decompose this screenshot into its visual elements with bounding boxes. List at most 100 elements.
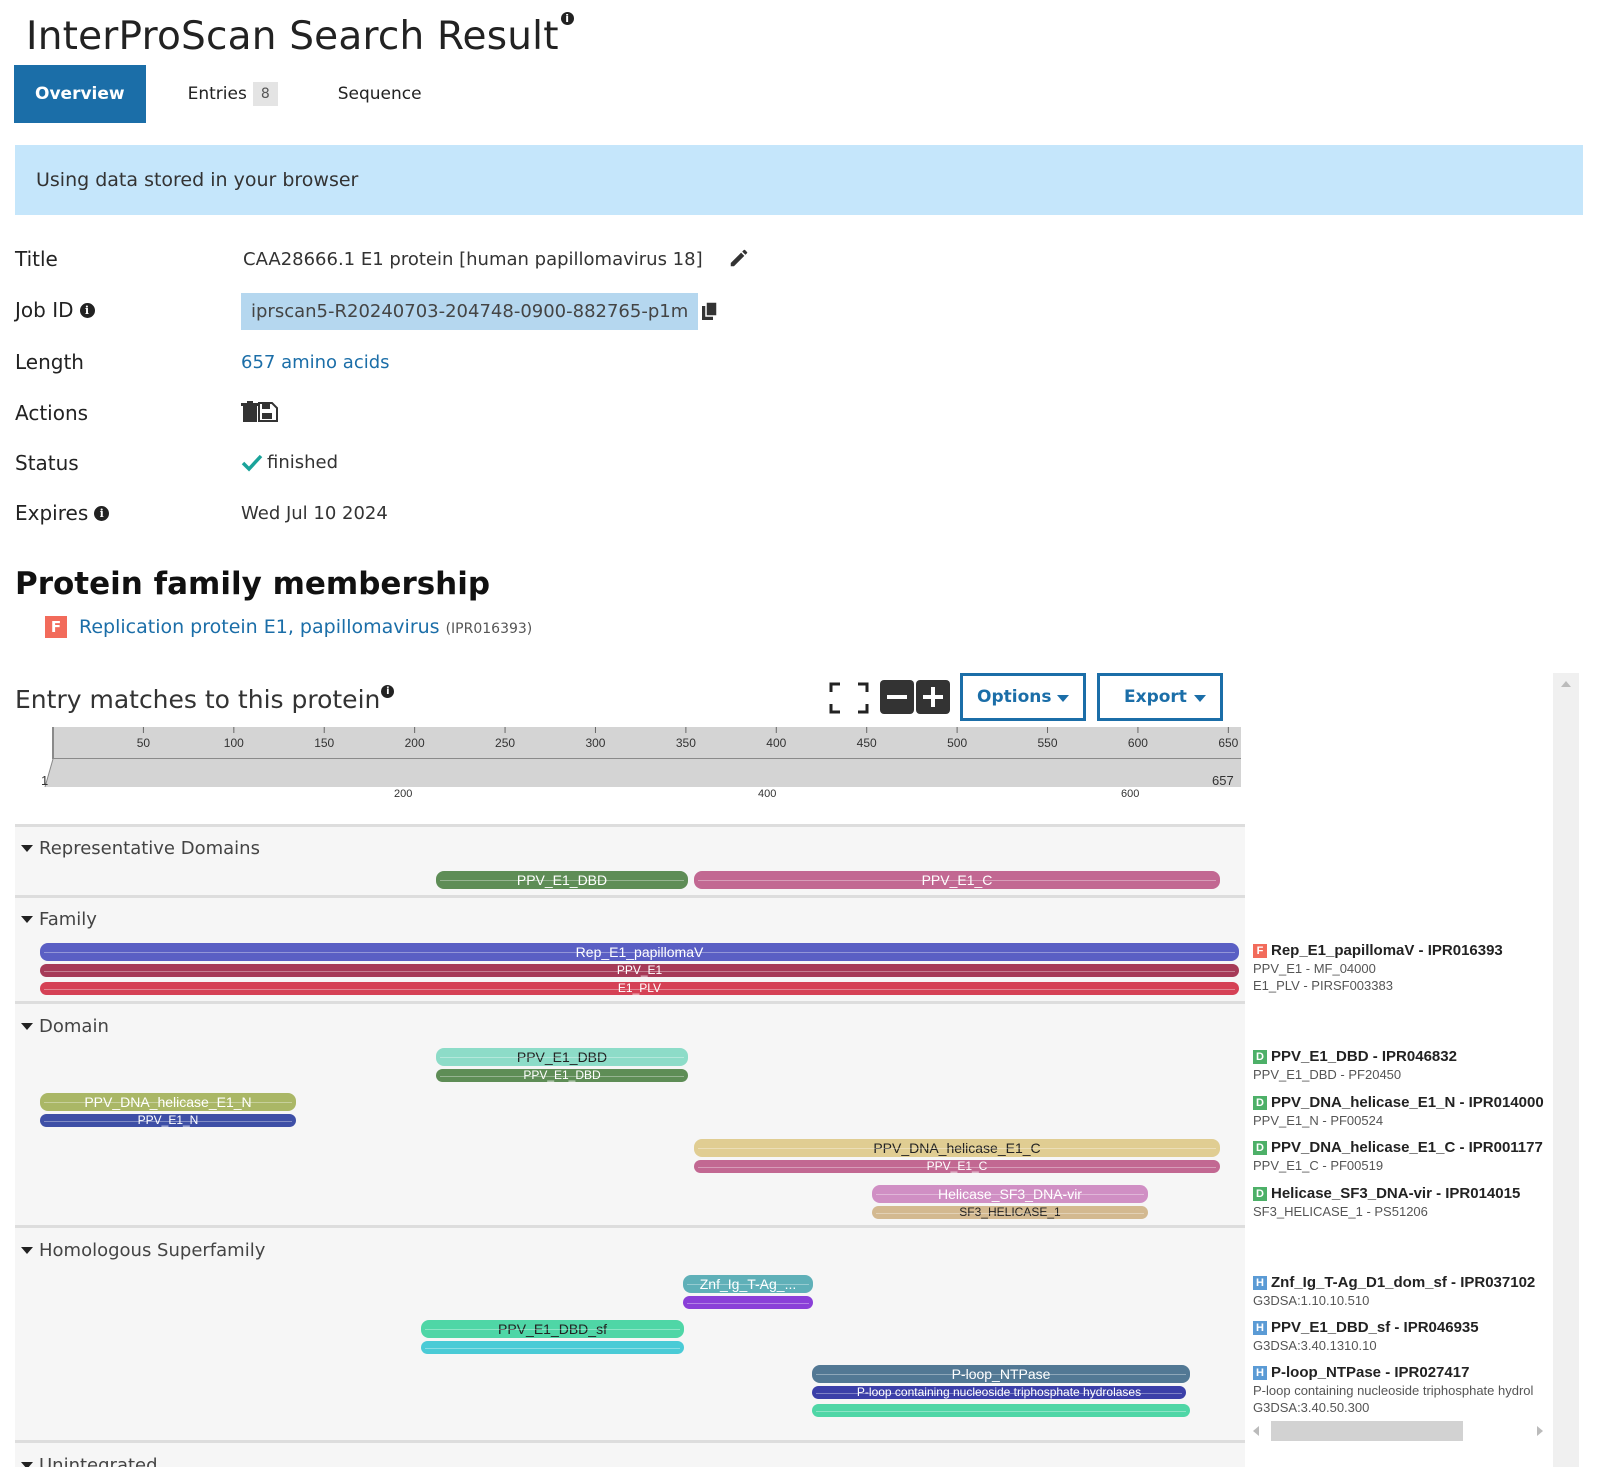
ruler-tick-label: 300	[585, 736, 605, 750]
ruler-end: 657	[1212, 773, 1234, 788]
legend-entry[interactable]: D PPV_E1_DBD - IPR046832 PPV_E1_DBD - PF2…	[1253, 1048, 1457, 1082]
domain-badge-icon: D	[1253, 1141, 1267, 1155]
vertical-scrollbar[interactable]	[1553, 673, 1579, 1467]
chevron-down-icon	[1057, 695, 1069, 702]
scroll-left-icon[interactable]	[1253, 1426, 1259, 1436]
legend-entry[interactable]: H P-loop_NTPase - IPR027417 P-loop contai…	[1253, 1364, 1550, 1415]
track-homologous[interactable]: Homologous Superfamily	[21, 1240, 265, 1261]
options-button[interactable]: Options	[960, 673, 1086, 721]
jobid-info-icon[interactable]: i	[79, 302, 95, 318]
track-family[interactable]: Family	[21, 909, 97, 930]
bar-fam-ppv[interactable]: PPV_E1	[40, 964, 1239, 977]
track-unintegrated[interactable]: Unintegrated	[21, 1455, 158, 1467]
expires-info-icon[interactable]: i	[94, 505, 110, 521]
scroll-right-icon[interactable]	[1537, 1426, 1543, 1436]
ruler-tick-label: 350	[676, 736, 696, 750]
bar-dom-c[interactable]: PPV_DNA_helicase_E1_C	[694, 1139, 1220, 1157]
fullscreen-icon[interactable]	[829, 682, 869, 714]
ruler-tick-label: 250	[495, 736, 515, 750]
jobid-value-text[interactable]: iprscan5-R20240703-204748-0900-882765-p1…	[241, 293, 699, 330]
options-label: Options	[977, 687, 1052, 707]
tab-overview[interactable]: Overview	[14, 65, 146, 123]
jobid-label: Job ID	[15, 298, 74, 322]
family-heading: Protein family membership	[15, 566, 491, 602]
copy-icon[interactable]	[700, 300, 720, 323]
bar-hs-ploop2[interactable]: P-loop containing nucleoside triphosphat…	[812, 1386, 1186, 1399]
track-domain[interactable]: Domain	[21, 1016, 109, 1037]
bar-hs-ploop3[interactable]	[812, 1404, 1190, 1417]
storage-banner: Using data stored in your browser	[15, 145, 1583, 215]
bar-hs-znf2[interactable]	[683, 1296, 813, 1309]
scroll-thumb[interactable]	[1271, 1421, 1463, 1441]
bar-dom-dbd[interactable]: PPV_E1_DBD	[436, 1048, 688, 1066]
legend-title: P-loop_NTPase - IPR027417	[1271, 1364, 1470, 1381]
bar-dom-n[interactable]: PPV_DNA_helicase_E1_N	[40, 1093, 296, 1111]
ruler-tick-label: 450	[857, 736, 877, 750]
legend-line: P-loop containing nucleoside triphosphat…	[1253, 1383, 1534, 1398]
zoom-out-icon[interactable]	[880, 680, 914, 714]
ruler-start: 1	[41, 773, 49, 788]
legend-entry[interactable]: D PPV_DNA_helicase_E1_C - IPR001177 PPV_E…	[1253, 1139, 1543, 1173]
bar-dom-hel[interactable]: Helicase_SF3_DNA-vir	[872, 1185, 1148, 1203]
ruler-tick-label: 150	[314, 736, 334, 750]
track-family-label: Family	[39, 909, 97, 930]
page-title: InterProScan Search Result i	[26, 12, 574, 59]
ruler-tick-label: 550	[1038, 736, 1058, 750]
caret-down-icon	[21, 916, 33, 923]
length-value[interactable]: 657 amino acids	[241, 352, 390, 373]
tab-sequence[interactable]: Sequence	[318, 65, 442, 123]
bar-rep-dbd[interactable]: PPV_E1_DBD	[436, 871, 688, 889]
tab-entries[interactable]: Entries 8	[168, 65, 298, 123]
bar-fam-plv[interactable]: E1_PLV	[40, 982, 1239, 995]
bar-dom-n2[interactable]: PPV_E1_N	[40, 1114, 296, 1127]
bar-hs-dbd2[interactable]	[421, 1341, 684, 1354]
sequence-ruler: 50 100 150 200 250 300 350 400 450 500 550 600 650	[15, 727, 1245, 827]
actions-label: Actions	[15, 401, 89, 425]
ruler-minor-600: 600	[1121, 788, 1140, 800]
bar-dom-hel2[interactable]: SF3_HELICASE_1	[872, 1206, 1148, 1219]
info-icon[interactable]: i	[560, 12, 574, 25]
legend-entry[interactable]: H Znf_Ig_T-Ag_D1_dom_sf - IPR037102 G3DSA…	[1253, 1274, 1535, 1308]
bar-hs-ploop[interactable]: P-loop_NTPase	[812, 1365, 1190, 1383]
legend-title: Znf_Ig_T-Ag_D1_dom_sf - IPR037102	[1271, 1274, 1536, 1291]
legend-line: G3DSA:3.40.50.300	[1253, 1400, 1370, 1415]
bar-fam-rep[interactable]: Rep_E1_papillomaV	[40, 943, 1239, 961]
domain-badge-icon: D	[1253, 1050, 1267, 1064]
bar-hs-dbd[interactable]: PPV_E1_DBD_sf	[421, 1320, 684, 1338]
matches-heading: Entry matches to this protein i	[15, 685, 395, 714]
legend-entry[interactable]: D PPV_DNA_helicase_E1_N - IPR014000 PPV_E…	[1253, 1094, 1544, 1128]
track-representative[interactable]: Representative Domains	[21, 838, 260, 859]
legend-title: PPV_DNA_helicase_E1_C - IPR001177	[1271, 1139, 1543, 1156]
family-accession: (IPR016393)	[445, 620, 533, 637]
ruler-minor-400: 400	[758, 788, 777, 800]
jobid-value: iprscan5-R20240703-204748-0900-882765-p1…	[241, 293, 720, 330]
bar-dom-dbd2[interactable]: PPV_E1_DBD	[436, 1069, 688, 1082]
tab-entries-label: Entries	[187, 84, 247, 104]
matches-info-icon[interactable]: i	[381, 685, 395, 698]
legend-line: G3DSA:3.40.1310.10	[1253, 1338, 1377, 1353]
family-link[interactable]: Replication protein E1, papillomavirus	[79, 616, 440, 638]
legend-entry[interactable]: H PPV_E1_DBD_sf - IPR046935 G3DSA:3.40.13…	[1253, 1319, 1479, 1353]
delete-icon[interactable]	[241, 401, 259, 423]
status-label: Status	[15, 451, 79, 475]
track-separator	[15, 895, 1245, 898]
ruler-tick-label: 600	[1128, 736, 1148, 750]
entries-count-badge: 8	[252, 82, 278, 106]
zoom-in-icon[interactable]	[916, 680, 950, 714]
tab-bar: Overview Entries 8 Sequence	[14, 65, 442, 123]
scroll-up-icon[interactable]	[1561, 681, 1571, 687]
export-button[interactable]: Export	[1097, 673, 1223, 721]
legend-horizontal-scrollbar[interactable]	[1253, 1421, 1543, 1441]
save-icon[interactable]	[258, 401, 278, 423]
checkmark-icon	[241, 454, 263, 472]
bar-rep-c[interactable]: PPV_E1_C	[694, 871, 1220, 889]
caret-down-icon	[21, 1462, 33, 1467]
bar-hs-znf[interactable]: Znf_Ig_T-Ag_...	[683, 1275, 813, 1293]
legend-line: PPV_E1_N - PF00524	[1253, 1113, 1384, 1128]
legend-entry[interactable]: F Rep_E1_papillomaV - IPR016393 PPV_E1 - …	[1253, 942, 1503, 993]
legend-entry[interactable]: D Helicase_SF3_DNA-vir - IPR014015 SF3_HE…	[1253, 1185, 1520, 1219]
status-value: finished	[241, 452, 338, 473]
pencil-icon[interactable]	[728, 247, 750, 269]
bar-dom-c2[interactable]: PPV_E1_C	[694, 1160, 1220, 1173]
family-badge-icon: F	[1253, 944, 1267, 958]
